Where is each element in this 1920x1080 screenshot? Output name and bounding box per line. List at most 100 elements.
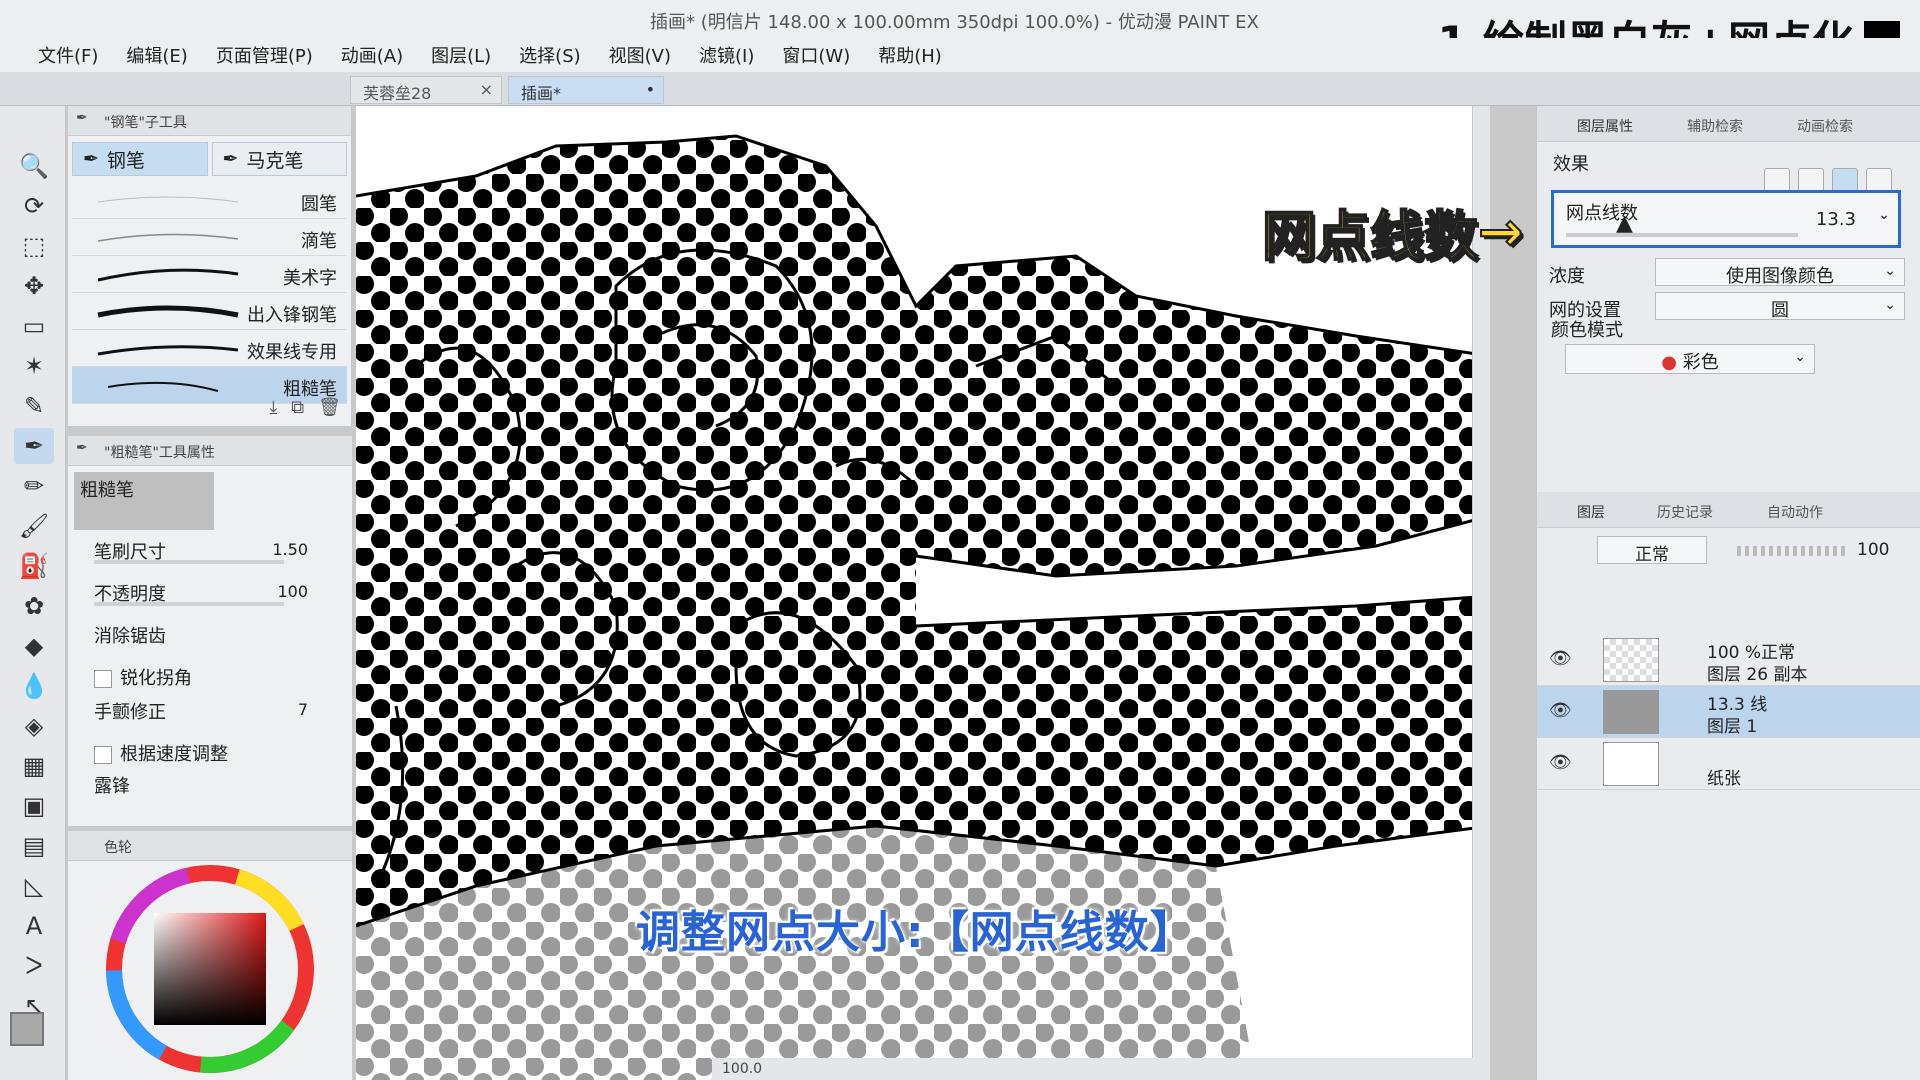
tab-auto-action[interactable]: 自动动作 (1767, 502, 1823, 522)
border-effect-icon[interactable] (1764, 168, 1790, 192)
menu-file[interactable]: 文件(F) (26, 38, 110, 72)
eraser-icon[interactable]: ◆ (14, 628, 54, 664)
density-row[interactable]: 浓度 使用图像颜色 ⌄ (1545, 256, 1905, 288)
opacity-slider[interactable] (94, 602, 284, 606)
main-color-swatch[interactable] (10, 1012, 44, 1046)
gradient-icon[interactable]: ▦ (14, 748, 54, 784)
brush-item[interactable]: 滴笔 (72, 219, 347, 256)
tab-document-2[interactable]: 插画* • (508, 76, 664, 104)
chevron-down-icon[interactable]: ⌄ (1878, 207, 1890, 223)
opacity-row[interactable]: 不透明度 100 (94, 574, 344, 608)
duplicate-icon[interactable]: ⧉ (291, 397, 304, 418)
zoom-readout[interactable]: 100.0 (722, 1061, 762, 1077)
tone-effect-icon[interactable] (1832, 168, 1858, 192)
stabilization-value[interactable]: 7 (298, 700, 308, 719)
sharpen-corner-row[interactable]: 锐化拐角 (94, 658, 344, 692)
tab-pen[interactable]: ✒ 钢笔 (72, 142, 208, 176)
tab-layers[interactable]: 图层 (1577, 502, 1605, 522)
checkbox[interactable] (94, 670, 112, 688)
move-icon[interactable]: ✥ (14, 268, 54, 304)
layer-color-icon[interactable] (1866, 168, 1892, 192)
eye-icon[interactable]: 👁 (1549, 700, 1572, 721)
opacity-slider[interactable] (1737, 546, 1847, 556)
tab-animation-search[interactable]: 动画检索 (1797, 116, 1853, 136)
menu-help[interactable]: 帮助(H) (866, 38, 954, 72)
brush-icon[interactable]: 🖌 (14, 508, 54, 544)
speed-adjust-row[interactable]: 根据速度调整 (94, 734, 344, 768)
color-panel-title: 色轮 (104, 840, 132, 856)
selection-icon[interactable]: ▭ (14, 308, 54, 344)
tool-property-panel: ✒ "粗糙笔"工具属性 粗糙笔 笔刷尺寸 1.50 不透明度 100 消除锯齿 … (68, 436, 352, 826)
object-select-icon[interactable]: ⬚ (14, 228, 54, 264)
unsaved-dot-icon[interactable]: • (646, 80, 655, 99)
screen-ruling-value[interactable]: 13.3 (1816, 209, 1856, 230)
frame-icon[interactable]: ▣ (14, 788, 54, 824)
antialias-row[interactable]: 消除锯齿 (94, 616, 344, 650)
trash-icon[interactable]: 🗑 (318, 397, 341, 418)
brush-label: 出入锋钢笔 (247, 305, 337, 326)
balloon-icon[interactable]: ᐳ (14, 948, 54, 984)
brush-item[interactable]: 美术字 (72, 256, 347, 293)
airbrush-icon[interactable]: ⛽ (14, 548, 54, 584)
magic-wand-icon[interactable]: ✶ (14, 348, 54, 384)
brush-size-value[interactable]: 1.50 (272, 540, 308, 559)
brush-item[interactable]: 效果线专用 (72, 330, 347, 367)
extract-line-icon[interactable] (1798, 168, 1824, 192)
color-mode-dropdown[interactable]: ● 彩色 ⌄ (1565, 344, 1815, 374)
brush-item[interactable]: 出入锋钢笔 (72, 293, 347, 330)
eye-icon[interactable]: 👁 (1549, 752, 1572, 773)
dot-setting-dropdown[interactable]: 圆 ⌄ (1655, 292, 1905, 321)
brush-size-row[interactable]: 笔刷尺寸 1.50 (94, 532, 344, 566)
window-title: 插画* (明信片 148.00 x 100.00mm 350dpi 100.0%… (650, 12, 1259, 33)
taper-row[interactable]: 露锋 (94, 766, 344, 800)
blend-mode-dropdown[interactable]: 正常 (1597, 536, 1707, 565)
pencil-icon[interactable]: ✏ (14, 468, 54, 504)
decoration-icon[interactable]: ✿ (14, 588, 54, 624)
layer-thumbnail (1603, 638, 1659, 682)
subtool-panel: ✒ "钢笔"子工具 ✒ 钢笔 ✒ 马克笔 圆笔 滴笔 美术字 出入锋钢笔 效果线… (68, 106, 352, 426)
figure-icon[interactable]: ◺ (14, 868, 54, 904)
layer-row-active[interactable]: 👁 13.3 线 图层 1 (1537, 686, 1920, 738)
brush-size-slider[interactable] (94, 560, 284, 564)
menu-animation[interactable]: 动画(A) (329, 38, 415, 72)
zoom-icon[interactable]: 🔍 (14, 148, 54, 184)
menu-filter[interactable]: 滤镜(I) (687, 38, 766, 72)
stroke-preview-icon (97, 233, 239, 242)
tab-search[interactable]: 辅助检索 (1687, 116, 1743, 136)
menu-layer[interactable]: 图层(L) (419, 38, 503, 72)
menu-edit[interactable]: 编辑(E) (114, 38, 199, 72)
screen-ruling-field[interactable]: 网点线数 13.3 ⌄ ▲ (1551, 190, 1901, 248)
stroke-preview-icon (97, 345, 239, 356)
checkbox[interactable] (94, 746, 112, 764)
canvas-status-bar: 100.0 (712, 1058, 1490, 1080)
text-icon[interactable]: A (14, 908, 54, 944)
tab-marker[interactable]: ✒ 马克笔 (211, 142, 347, 176)
eye-icon[interactable]: 👁 (1549, 648, 1572, 669)
layer-row[interactable]: 👁 100 %正常 图层 26 副本 (1537, 634, 1920, 686)
menu-page[interactable]: 页面管理(P) (204, 38, 325, 72)
color-wheel[interactable] (68, 861, 352, 1080)
menu-view[interactable]: 视图(V) (597, 38, 683, 72)
pen-icon[interactable]: ✒ (14, 428, 54, 464)
stabilization-row[interactable]: 手颤修正 7 (94, 692, 344, 726)
rotate-icon[interactable]: ⟳ (14, 188, 54, 224)
marker-icon: ✒ (222, 148, 239, 170)
brush-item[interactable]: 圆笔 (72, 182, 347, 219)
menu-window[interactable]: 窗口(W) (770, 38, 862, 72)
eyedropper-icon[interactable]: ✎ (14, 388, 54, 424)
opacity-value[interactable]: 100 (277, 582, 308, 601)
download-icon[interactable]: ⤓ (269, 397, 277, 418)
layer-opacity-value[interactable]: 100 (1857, 540, 1889, 560)
density-dropdown[interactable]: 使用图像颜色 ⌄ (1655, 258, 1905, 287)
tab-document-1[interactable]: 芙蓉垒28 × (350, 76, 502, 104)
right-arrow-icon: → (1477, 199, 1524, 264)
menu-select[interactable]: 选择(S) (507, 38, 592, 72)
ruler-icon[interactable]: ▤ (14, 828, 54, 864)
blend-icon[interactable]: 💧 (14, 668, 54, 704)
tab-history[interactable]: 历史记录 (1657, 502, 1713, 522)
close-icon[interactable]: × (480, 80, 493, 99)
screen-ruling-slider[interactable] (1566, 233, 1798, 237)
tab-layer-property[interactable]: 图层属性 (1577, 116, 1633, 136)
layer-row[interactable]: 👁 纸张 (1537, 738, 1920, 790)
fill-icon[interactable]: ◈ (14, 708, 54, 744)
